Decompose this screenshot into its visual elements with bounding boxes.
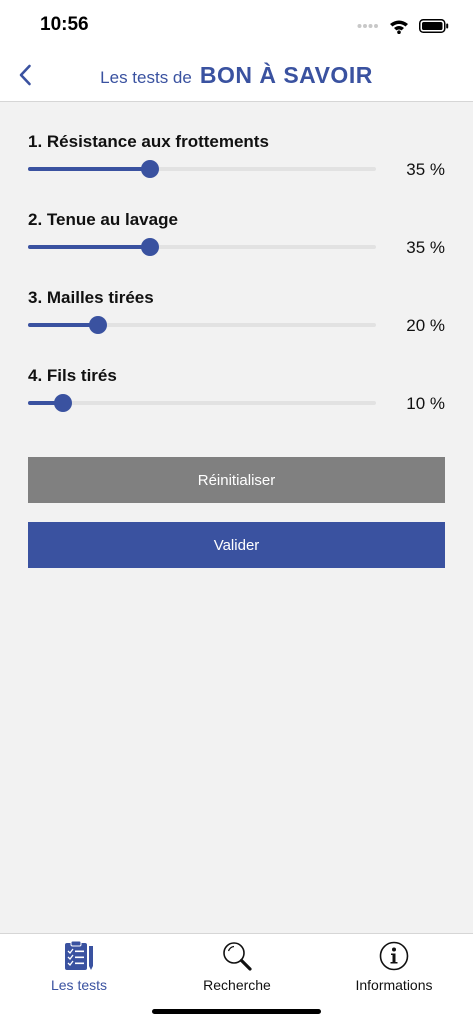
tab-les-tests[interactable]: Les tests <box>0 940 158 994</box>
test-slider[interactable] <box>28 315 376 335</box>
tab-bar: Les tests Recherche Informations <box>0 933 473 1024</box>
nav-title: Les tests de BON À SAVOIR <box>0 62 473 89</box>
status-icons <box>357 16 449 36</box>
test-value: 35 % <box>406 238 445 257</box>
tab-label: Informations <box>355 977 433 993</box>
clipboard-checklist-icon <box>62 940 96 972</box>
cellular-signal-icon <box>357 24 378 28</box>
test-value: 35 % <box>406 160 445 179</box>
test-value: 20 % <box>406 316 445 335</box>
test-label: 2. Tenue au lavage <box>28 210 178 229</box>
slider-thumb[interactable] <box>141 238 159 256</box>
test-slider[interactable] <box>28 159 376 179</box>
status-bar: 10:56 <box>0 0 473 50</box>
slider-thumb[interactable] <box>141 160 159 178</box>
navigation-bar: Les tests de BON À SAVOIR <box>0 50 473 102</box>
wifi-icon <box>390 20 408 34</box>
test-label: 1. Résistance aux frottements <box>28 132 269 151</box>
tab-label: Recherche <box>203 977 271 993</box>
tab-recherche[interactable]: Recherche <box>158 940 316 994</box>
battery-icon <box>419 19 449 33</box>
nav-title-prefix: Les tests de <box>100 68 192 87</box>
slider-thumb[interactable] <box>89 316 107 334</box>
test-label: 4. Fils tirés <box>28 366 117 385</box>
test-slider[interactable] <box>28 393 376 413</box>
test-item-friction: 1. Résistance aux frottements 35 % <box>0 132 473 192</box>
slider-fill <box>28 167 150 171</box>
info-circle-icon <box>377 940 411 972</box>
validate-button[interactable]: Valider <box>28 522 445 568</box>
slider-track <box>28 401 376 405</box>
reset-button[interactable]: Réinitialiser <box>28 457 445 503</box>
magnifier-icon <box>220 940 254 972</box>
nav-title-brand: BON À SAVOIR <box>199 62 373 88</box>
tab-informations[interactable]: Informations <box>315 940 473 994</box>
test-item-washing: 2. Tenue au lavage 35 % <box>0 210 473 270</box>
test-item-pulled-threads: 4. Fils tirés 10 % <box>0 366 473 426</box>
test-label: 3. Mailles tirées <box>28 288 154 307</box>
slider-fill <box>28 323 98 327</box>
slider-thumb[interactable] <box>54 394 72 412</box>
test-item-pulled-stitches: 3. Mailles tirées 20 % <box>0 288 473 348</box>
test-value: 10 % <box>406 394 445 413</box>
tab-label: Les tests <box>50 977 108 993</box>
test-slider[interactable] <box>28 237 376 257</box>
status-time: 10:56 <box>40 14 89 35</box>
slider-fill <box>28 245 150 249</box>
home-indicator <box>152 1009 321 1014</box>
